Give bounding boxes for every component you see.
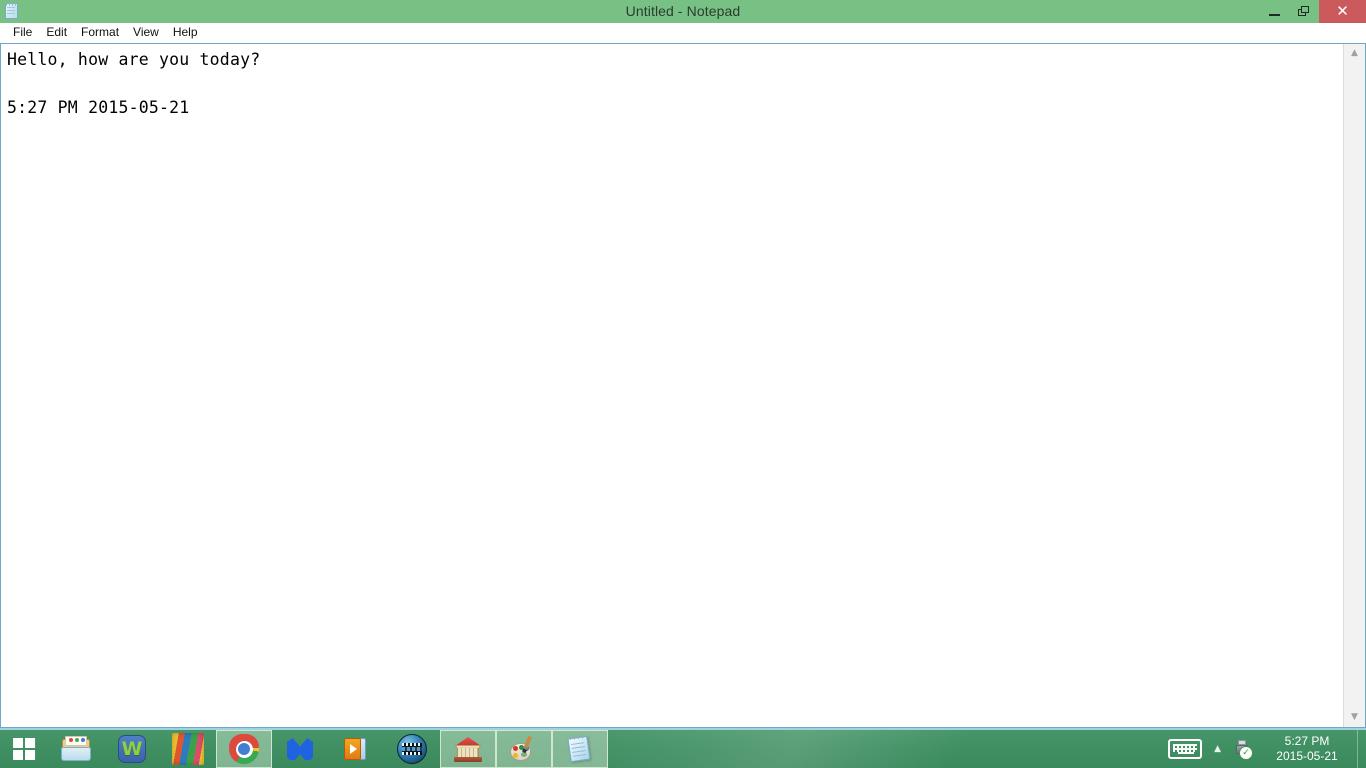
paint-palette-icon bbox=[508, 733, 540, 765]
minimize-button[interactable] bbox=[1259, 0, 1289, 23]
on-screen-keyboard-icon[interactable] bbox=[1168, 739, 1202, 759]
taskbar-item-wapp[interactable]: W bbox=[104, 730, 160, 768]
notepad-icon bbox=[4, 3, 20, 20]
show-desktop-button[interactable] bbox=[1357, 729, 1364, 768]
film-icon bbox=[396, 733, 428, 765]
editor-area: Hello, how are you today? 5:27 PM 2015-0… bbox=[0, 43, 1366, 728]
scroll-down-icon[interactable]: ▼ bbox=[1344, 708, 1365, 727]
text-editor[interactable]: Hello, how are you today? 5:27 PM 2015-0… bbox=[1, 44, 1343, 727]
safely-remove-hardware-icon[interactable]: ✓ bbox=[1233, 739, 1251, 759]
menu-item-file[interactable]: File bbox=[6, 24, 39, 42]
scroll-up-icon[interactable]: ▲ bbox=[1344, 44, 1365, 63]
taskbar-empty-space bbox=[608, 730, 1168, 768]
windows-logo-icon bbox=[13, 738, 35, 760]
media-player-icon bbox=[340, 733, 372, 765]
taskbar-item-media-player[interactable] bbox=[328, 730, 384, 768]
notepad-window: Untitled - Notepad ✕ File Edit Format Vi… bbox=[0, 0, 1366, 728]
clock-date: 2015-05-21 bbox=[1265, 749, 1349, 764]
minimize-icon bbox=[1269, 14, 1280, 16]
chrome-icon bbox=[228, 733, 260, 765]
taskbar-item-stripes-app[interactable] bbox=[160, 730, 216, 768]
taskbar-item-chrome[interactable] bbox=[216, 730, 272, 768]
folder-icon bbox=[60, 733, 92, 765]
notepad-icon bbox=[564, 733, 596, 765]
menu-item-edit[interactable]: Edit bbox=[39, 24, 74, 42]
clock[interactable]: 5:27 PM 2015-05-21 bbox=[1263, 734, 1357, 764]
w-app-icon: W bbox=[116, 733, 148, 765]
taskbar-item-blue-m-app[interactable] bbox=[272, 730, 328, 768]
carousel-icon bbox=[452, 733, 484, 765]
clock-time: 5:27 PM bbox=[1265, 734, 1349, 749]
taskbar-item-paint[interactable] bbox=[496, 730, 552, 768]
restore-icon bbox=[1298, 6, 1310, 17]
taskbar-items: W bbox=[48, 730, 608, 768]
menu-item-format[interactable]: Format bbox=[74, 24, 126, 42]
window-title: Untitled - Notepad bbox=[0, 0, 1366, 23]
taskbar-item-notepad[interactable] bbox=[552, 730, 608, 768]
desktop: Untitled - Notepad ✕ File Edit Format Vi… bbox=[0, 0, 1366, 768]
stripes-icon bbox=[172, 733, 204, 765]
taskbar-item-video-app[interactable] bbox=[384, 730, 440, 768]
vertical-scrollbar[interactable]: ▲ ▼ bbox=[1343, 44, 1365, 727]
taskbar-item-carousel-app[interactable] bbox=[440, 730, 496, 768]
system-tray: ▲ ✓ 5:27 PM 2015-05-21 bbox=[1168, 730, 1366, 768]
usb-check-icon: ✓ bbox=[1239, 746, 1253, 760]
start-button[interactable] bbox=[0, 730, 48, 768]
menu-item-view[interactable]: View bbox=[126, 24, 166, 42]
taskbar: W bbox=[0, 728, 1366, 768]
close-icon: ✕ bbox=[1336, 4, 1349, 19]
menu-bar: File Edit Format View Help bbox=[0, 23, 1366, 43]
menu-item-help[interactable]: Help bbox=[166, 24, 205, 42]
window-titlebar[interactable]: Untitled - Notepad ✕ bbox=[0, 0, 1366, 23]
blue-m-icon bbox=[284, 733, 316, 765]
close-button[interactable]: ✕ bbox=[1319, 0, 1366, 23]
window-controls: ✕ bbox=[1259, 0, 1366, 23]
taskbar-item-file-explorer[interactable] bbox=[48, 730, 104, 768]
maximize-button[interactable] bbox=[1289, 0, 1319, 23]
show-hidden-icons-icon[interactable]: ▲ bbox=[1214, 745, 1221, 754]
